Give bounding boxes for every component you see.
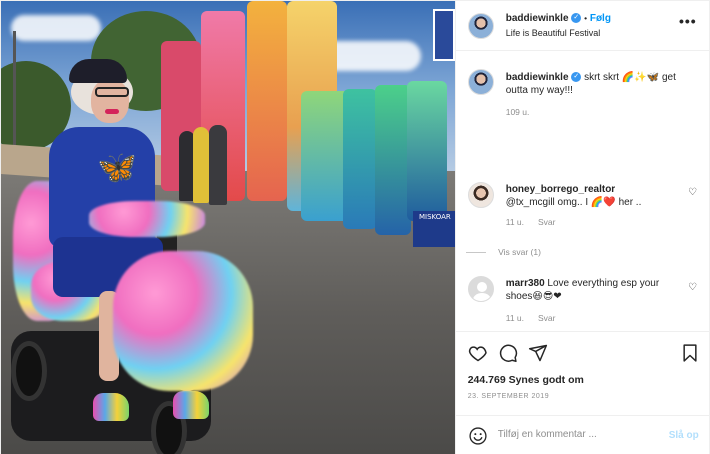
photo-rainbow-shoe	[173, 391, 209, 419]
comment: honey_borrego_realtor @tx_mcgill omg.. I…	[498, 183, 682, 257]
photo-street-sign	[433, 9, 455, 61]
comment-body: honey_borrego_realtor @tx_mcgill omg.. I…	[506, 183, 682, 209]
photo-letter	[301, 91, 349, 221]
caption: baddiewinkle ✓ skrt skrt 🌈✨🦋 get outta m…	[506, 71, 698, 117]
photo-woman-hat	[69, 59, 127, 83]
verified-badge-icon: ✓	[571, 13, 582, 24]
photo-letter	[407, 81, 447, 221]
reply-button[interactable]: Svar	[538, 217, 555, 227]
like-heart-icon[interactable]	[468, 343, 488, 363]
photo-rainbow-shoe	[93, 393, 129, 421]
photo-woman-glasses	[95, 87, 129, 97]
comment-meta: 11 u. Svar	[506, 313, 686, 323]
comment-like-heart-icon[interactable]: ♡	[688, 282, 697, 293]
comment-time[interactable]: 11 u.	[506, 313, 524, 323]
instagram-post: MISKOAR 🦋 baddiewinkle ✓ • Følg Life is …	[0, 0, 710, 454]
photo-streetlight	[13, 31, 16, 161]
photo-person	[209, 125, 227, 205]
photo-banner-text: MISKOAR	[419, 213, 451, 221]
photo-woman-face	[91, 79, 129, 123]
comment-username[interactable]: marr380	[506, 278, 545, 289]
photo-letter	[247, 1, 287, 201]
photo-fluffy-handlebar	[89, 201, 205, 237]
photo-cloud	[11, 15, 101, 41]
photo-person	[193, 127, 209, 203]
post-side-panel: baddiewinkle ✓ • Følg Life is Beautiful …	[454, 1, 710, 454]
verified-badge-icon: ✓	[571, 72, 582, 83]
emoji-smiley-icon[interactable]	[468, 426, 488, 446]
add-comment-bar: Slå op	[455, 415, 710, 454]
follow-button[interactable]: Følg	[590, 13, 611, 24]
author-username[interactable]: baddiewinkle	[506, 13, 569, 24]
bookmark-icon[interactable]	[680, 343, 700, 363]
header-title-row: baddiewinkle ✓ • Følg	[506, 13, 611, 24]
comment-bubble-icon[interactable]	[498, 343, 518, 363]
butterfly-icon: 🦋	[97, 149, 137, 185]
post-actions: 244.769 Synes godt om 23. SEPTEMBER 2019	[455, 331, 710, 411]
photo-wheel	[11, 341, 47, 401]
caption-body: baddiewinkle ✓ skrt skrt 🌈✨🦋 get outta m…	[506, 71, 698, 97]
caption-username[interactable]: baddiewinkle	[506, 72, 569, 83]
post-location[interactable]: Life is Beautiful Festival	[506, 28, 601, 38]
photo-banner: MISKOAR	[413, 211, 455, 247]
post-comment-button[interactable]: Slå op	[669, 430, 699, 441]
caption-avatar[interactable]	[467, 69, 494, 95]
comment-avatar[interactable]	[467, 182, 494, 208]
comment-time[interactable]: 11 u.	[506, 217, 524, 227]
post-date[interactable]: 23. SEPTEMBER 2019	[468, 393, 549, 400]
reply-button[interactable]: Svar	[538, 313, 555, 323]
like-count[interactable]: 244.769 Synes godt om	[468, 374, 584, 386]
view-replies-button[interactable]: Vis svar (1)	[466, 247, 541, 257]
photo-woman-lips	[105, 109, 119, 114]
comment-avatar[interactable]	[467, 276, 494, 302]
share-send-icon[interactable]	[528, 343, 548, 363]
author-avatar[interactable]	[467, 13, 494, 39]
comment-text: @tx_mcgill omg.. I 🌈❤️ her ..	[505, 197, 642, 208]
comment-meta: 11 u. Svar	[506, 217, 682, 227]
comment: marr380 Love everything esp your shoes😆😎…	[506, 277, 686, 323]
comment-input[interactable]	[497, 429, 658, 440]
photo-letter	[375, 85, 411, 235]
header-separator: •	[584, 13, 588, 23]
comment-like-heart-icon[interactable]: ♡	[688, 187, 697, 198]
photo-fluffy-basket	[113, 251, 253, 391]
caption-time[interactable]: 109 u.	[506, 107, 698, 117]
photo-letter	[343, 89, 377, 229]
comment-body: marr380 Love everything esp your shoes😆😎…	[506, 277, 686, 303]
comment-username[interactable]: honey_borrego_realtor	[506, 184, 615, 195]
post-photo[interactable]: MISKOAR 🦋	[1, 1, 455, 454]
more-options-icon[interactable]: •••	[679, 13, 697, 29]
post-header: baddiewinkle ✓ • Følg Life is Beautiful …	[455, 1, 710, 51]
view-replies-label: Vis svar (1)	[498, 247, 541, 257]
